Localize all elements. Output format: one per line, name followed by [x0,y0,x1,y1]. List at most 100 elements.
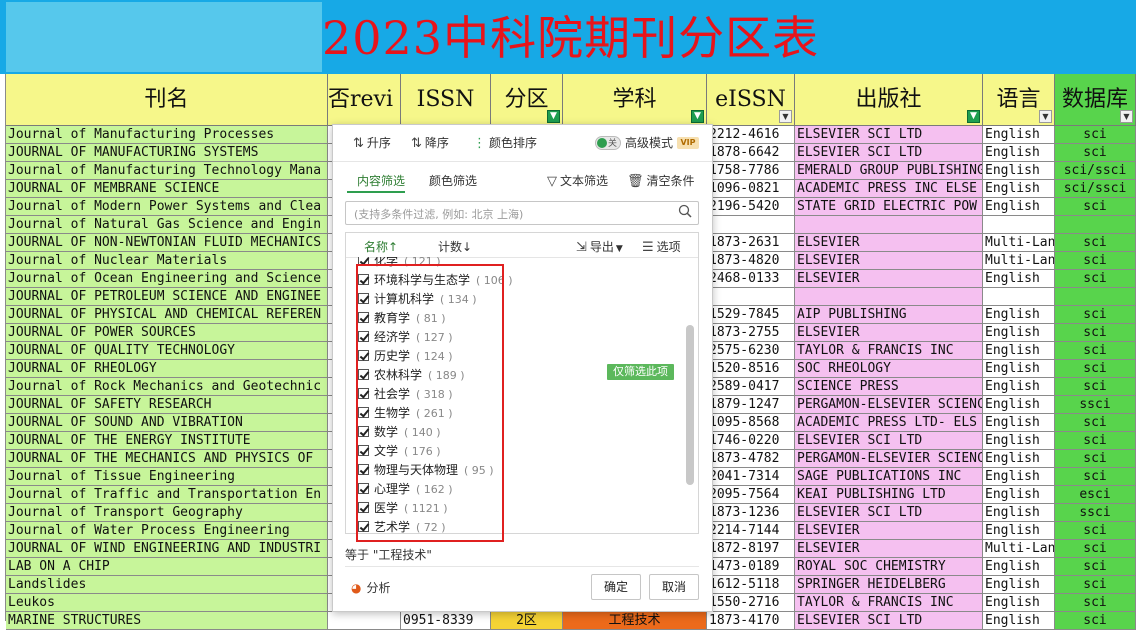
cell-name[interactable]: Journal of Manufacturing Processes [6,126,328,144]
cell-eissn[interactable] [707,216,795,234]
filter-dropdown-icon[interactable]: ▼ [779,110,792,123]
cell-database[interactable] [1055,216,1136,234]
value-list-scrollbar[interactable] [686,261,694,531]
cell-name[interactable]: JOURNAL OF PHYSICAL AND CHEMICAL REFEREN [6,306,328,324]
filter-active-icon[interactable]: ▼ [691,110,704,123]
title-left-cell[interactable] [6,2,322,72]
filter-dropdown-icon[interactable]: ▼ [1039,110,1052,123]
cell-eissn[interactable]: 1612-5118 [707,576,795,594]
header-subject[interactable]: 学科 ▼ [563,74,707,126]
cell-publisher[interactable]: ELSEVIER [795,234,983,252]
cell-publisher[interactable]: TAYLOR & FRANCIS INC [795,594,983,612]
cell-name[interactable]: Journal of Ocean Engineering and Science [6,270,328,288]
cell-language[interactable]: English [983,612,1055,630]
filter-dropdown-icon[interactable]: ▼ [1120,110,1133,123]
cell-name[interactable]: Journal of Nuclear Materials [6,252,328,270]
cell-eissn[interactable]: 1520-8516 [707,360,795,378]
cell-eissn[interactable]: 1873-2755 [707,324,795,342]
cell-publisher[interactable]: SOC RHEOLOGY [795,360,983,378]
sort-by-count-button[interactable]: 计数↓ [438,238,472,255]
cell-name[interactable]: JOURNAL OF POWER SOURCES [6,324,328,342]
cell-publisher[interactable]: TAYLOR & FRANCIS INC [795,342,983,360]
cell-publisher[interactable]: STATE GRID ELECTRIC POW [795,198,983,216]
cell-language[interactable]: English [983,342,1055,360]
cell-name[interactable]: Journal of Traffic and Transportation En [6,486,328,504]
cell-database[interactable]: sci [1055,342,1136,360]
header-issn[interactable]: ISSN [401,74,491,126]
cell-database[interactable]: esci [1055,486,1136,504]
cell-language[interactable]: Multi-Lan [983,540,1055,558]
cell-database[interactable]: ssci [1055,504,1136,522]
cell-language[interactable]: English [983,558,1055,576]
cell-database[interactable]: sci [1055,558,1136,576]
cell-eissn[interactable]: 1872-8197 [707,540,795,558]
cell-subject[interactable]: 工程技术 [563,612,707,630]
cell-database[interactable]: sci [1055,126,1136,144]
cell-database[interactable]: sci/ssci [1055,162,1136,180]
cell-eissn[interactable]: 1096-0821 [707,180,795,198]
cell-name[interactable]: Journal of Manufacturing Technology Mana [6,162,328,180]
header-language[interactable]: 语言 ▼ [983,74,1055,126]
cell-database[interactable]: sci [1055,540,1136,558]
color-sort-button[interactable]: ⋮ 颜色排序 [473,135,537,151]
cell-eissn[interactable]: 1550-2716 [707,594,795,612]
options-button[interactable]: ☰ 选项 [642,238,681,255]
cell-publisher[interactable]: ELSEVIER SCI LTD [795,432,983,450]
cell-publisher[interactable]: EMERALD GROUP PUBLISHING [795,162,983,180]
cell-publisher[interactable] [795,216,983,234]
cell-name[interactable]: JOURNAL OF RHEOLOGY [6,360,328,378]
cell-publisher[interactable] [795,288,983,306]
cell-eissn[interactable]: 2196-5420 [707,198,795,216]
filter-active-icon[interactable]: ▼ [547,110,560,123]
cell-eissn[interactable]: 1095-8568 [707,414,795,432]
cell-database[interactable]: sci [1055,324,1136,342]
tab-color-filter[interactable]: 颜色筛选 [429,172,477,189]
cell-database[interactable]: sci [1055,360,1136,378]
cell-language[interactable]: English [983,522,1055,540]
cell-name[interactable]: Landslides [6,576,328,594]
cell-publisher[interactable]: PERGAMON-ELSEVIER SCIENC [795,396,983,414]
cell-language[interactable]: English [983,450,1055,468]
cell-language[interactable]: English [983,468,1055,486]
cell-eissn[interactable]: 2575-6230 [707,342,795,360]
cell-database[interactable]: sci [1055,270,1136,288]
cell-eissn[interactable]: 1473-0189 [707,558,795,576]
cell-language[interactable]: English [983,396,1055,414]
cell-language[interactable]: Multi-Lan [983,234,1055,252]
cell-publisher[interactable]: ELSEVIER SCI LTD [795,144,983,162]
cell-language[interactable]: Multi-Lan [983,252,1055,270]
cell-eissn[interactable]: 2468-0133 [707,270,795,288]
only-filter-this-button[interactable]: 仅筛选此项 [607,364,674,380]
header-eissn[interactable]: eISSN ▼ [707,74,795,126]
cell-name[interactable]: Journal of Tissue Engineering [6,468,328,486]
cell-eissn[interactable]: 2041-7314 [707,468,795,486]
cell-language[interactable] [983,288,1055,306]
filter-search-input[interactable]: (支持多条件过滤, 例如: 北京 上海) [345,201,699,225]
cell-language[interactable]: English [983,414,1055,432]
search-icon[interactable] [678,204,692,218]
cancel-button[interactable]: 取消 [649,574,699,600]
cell-database[interactable]: sci [1055,612,1136,630]
cell-database[interactable]: sci [1055,378,1136,396]
cell-database[interactable]: sci [1055,252,1136,270]
cell-name[interactable]: JOURNAL OF QUALITY TECHNOLOGY [6,342,328,360]
sort-asc-button[interactable]: ⇅ 升序 [353,135,391,151]
cell-language[interactable]: English [983,306,1055,324]
cell-publisher[interactable]: ELSEVIER [795,270,983,288]
header-publisher[interactable]: 出版社 ▼ [795,74,983,126]
cell-language[interactable]: English [983,432,1055,450]
cell-language[interactable]: English [983,504,1055,522]
cell-language[interactable]: English [983,126,1055,144]
cell-database[interactable]: sci [1055,594,1136,612]
scrollbar-thumb[interactable] [686,325,694,485]
cell-eissn[interactable]: 1758-7786 [707,162,795,180]
cell-name[interactable]: JOURNAL OF MEMBRANE SCIENCE [6,180,328,198]
cell-language[interactable]: English [983,360,1055,378]
cell-name[interactable]: Journal of Water Process Engineering [6,522,328,540]
cell-eissn[interactable]: 1746-0220 [707,432,795,450]
cell-language[interactable]: English [983,594,1055,612]
cell-publisher[interactable]: ELSEVIER SCI LTD [795,504,983,522]
cell-language[interactable]: English [983,270,1055,288]
cell-publisher[interactable]: ACADEMIC PRESS INC ELSE [795,180,983,198]
cell-publisher[interactable]: SAGE PUBLICATIONS INC [795,468,983,486]
